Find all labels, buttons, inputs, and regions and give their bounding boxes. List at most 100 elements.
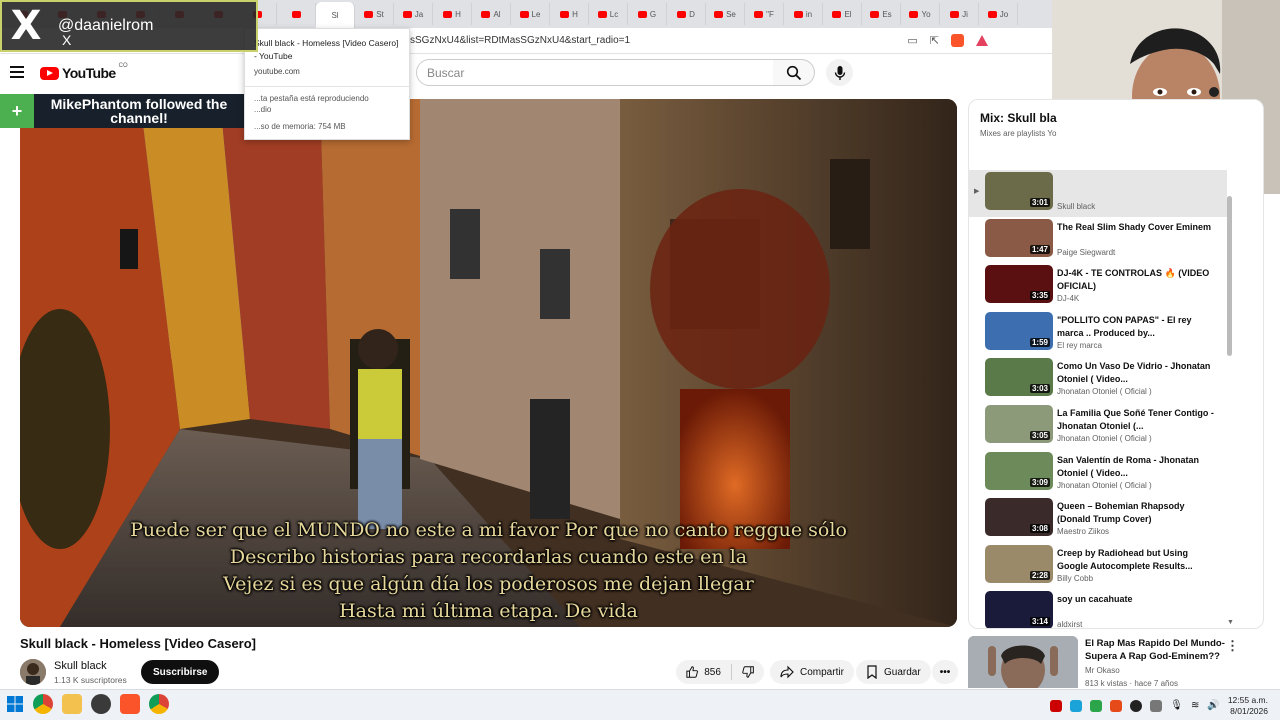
browser-tab[interactable]: in (784, 3, 823, 25)
tray-app-icon-4[interactable] (1110, 699, 1123, 712)
playlist-item[interactable]: 1:47 The Real Slim Shady Cover Eminem Paig… (969, 217, 1227, 264)
tray-app-icon[interactable] (1050, 699, 1063, 712)
recommended-thumbnail[interactable] (968, 636, 1078, 688)
browser-tab[interactable]: Ji (940, 3, 979, 25)
more-actions-button[interactable]: ••• (932, 660, 958, 684)
url-text[interactable]: sSGzNxU4&list=RDtMasSGzNxU4&start_radio=… (410, 35, 630, 46)
video-player[interactable]: Puede ser que el MUNDO no este a mi favo… (20, 99, 957, 627)
tray-app-icon-3[interactable] (1090, 699, 1103, 712)
browser-tab[interactable]: St (355, 3, 394, 25)
playlist-item[interactable]: 3:14 soy un cacahuate aldxirst (969, 589, 1227, 629)
playlist-item-title[interactable]: San Valentín de Roma - Jhonatan Otoniel … (1057, 454, 1217, 480)
playlist-item[interactable]: 3:05 La Familia Que Soñé Tener Contigo - … (969, 403, 1227, 450)
channel-avatar[interactable] (20, 659, 46, 685)
recommended-video[interactable]: El Rap Mas Rapido Del Mundo-Supera A Rap… (968, 636, 1264, 688)
brave-shields-icon[interactable] (951, 34, 964, 47)
obs-icon[interactable] (91, 694, 111, 714)
playlist-thumbnail[interactable]: 1:47 (985, 218, 1053, 257)
browser-tab[interactable]: H (433, 3, 472, 25)
duration-badge: 3:05 (1029, 430, 1050, 440)
browser-tab[interactable]: Jo (979, 3, 1018, 25)
browser-tab[interactable]: H (550, 3, 589, 25)
playlist-item-title[interactable]: The Real Slim Shady Cover Eminem (1057, 221, 1217, 234)
playlist-item-title[interactable]: La Familia Que Soñé Tener Contigo - Jhon… (1057, 407, 1217, 433)
save-button[interactable]: Guardar (856, 660, 931, 684)
tray-app-icon-5[interactable] (1130, 699, 1143, 712)
playlist-thumbnail[interactable]: 3:35 (985, 265, 1053, 304)
share-icon[interactable]: ⇱ (930, 34, 939, 47)
browser-tab[interactable]: El (823, 3, 862, 25)
playlist-item[interactable]: ▶ 3:01 Skull black (969, 170, 1227, 217)
share-button[interactable]: Compartir (770, 660, 854, 684)
clock[interactable]: 12:55 a.m. 8/01/2026 (1228, 695, 1268, 717)
channel-name[interactable]: Skull black (54, 660, 107, 672)
recommended-title[interactable]: El Rap Mas Rapido Del Mundo-Supera A Rap… (1085, 637, 1235, 663)
playlist-item-channel: aldxirst (1057, 620, 1083, 629)
dislike-icon[interactable] (742, 665, 754, 679)
brave-rewards-icon[interactable] (976, 35, 988, 46)
playlist-item[interactable]: 3:08 Queen – Bohemian Rhapsody (Donald Tr… (969, 496, 1227, 543)
like-icon[interactable] (686, 665, 698, 679)
tab-favicon-icon (443, 10, 453, 18)
like-count[interactable]: 856 (704, 667, 721, 678)
playlist-item[interactable]: 1:59 "POLLITO CON PAPAS" - El rey marca .… (969, 310, 1227, 357)
playlist-item-title[interactable]: Como Un Vaso De Vidrio - Jhonatan Otonie… (1057, 360, 1217, 386)
playlist-scrollbar[interactable]: ▼ (1227, 196, 1234, 626)
browser-tab[interactable]: "F (745, 3, 784, 25)
scroll-down-icon[interactable]: ▼ (1227, 619, 1234, 626)
cast-icon[interactable]: ▭ (907, 34, 917, 47)
playlist-item[interactable]: 3:35 DJ-4K - TE CONTROLAS 🔥 (VIDEO OFICIA… (969, 263, 1227, 310)
chrome-profile-icon[interactable] (149, 694, 169, 714)
playlist-item-title[interactable]: Creep by Radiohead but Using Google Auto… (1057, 547, 1217, 573)
playlist-item-title[interactable]: soy un cacahuate (1057, 593, 1217, 606)
playlist-thumbnail[interactable]: 3:08 (985, 498, 1053, 537)
tray-app-icon-2[interactable] (1070, 699, 1083, 712)
playlist-item[interactable]: 3:09 San Valentín de Roma - Jhonatan Oton… (969, 450, 1227, 497)
playlist-item-title[interactable]: "POLLITO CON PAPAS" - El rey marca .. Pr… (1057, 314, 1217, 340)
subscribe-button[interactable]: Suscribirse (141, 660, 220, 684)
playlist-thumbnail[interactable]: 1:59 (985, 311, 1053, 350)
browser-tab[interactable]: Le (511, 3, 550, 25)
subscriber-count: 1.13 K suscriptores (54, 675, 127, 685)
playlist-scroll-thumb[interactable] (1227, 196, 1232, 356)
browser-tab[interactable]: G (628, 3, 667, 25)
volume-icon[interactable]: 🔊 (1207, 700, 1219, 711)
search-input[interactable]: Buscar (416, 59, 774, 86)
browser-tab[interactable]: Yo (901, 3, 940, 25)
tab-label: Es (882, 9, 892, 19)
hamburger-menu-icon[interactable] (10, 66, 24, 78)
playlist-thumbnail[interactable]: 3:03 (985, 358, 1053, 397)
recommended-channel[interactable]: Mr Okaso (1085, 666, 1120, 675)
microphone-tray-icon[interactable]: 🎙 (1170, 700, 1183, 711)
mix-title[interactable]: Mix: Skull bla (980, 111, 1057, 125)
browser-tab[interactable]: Al (472, 3, 511, 25)
browser-tab[interactable]: Lc (589, 3, 628, 25)
brave-browser-icon[interactable] (120, 694, 140, 714)
browser-tab-active[interactable]: Sl (316, 2, 355, 28)
tab-hover-title: Skull black - Homeless [Video Casero] - … (254, 38, 399, 61)
playlist-thumbnail[interactable]: 3:01 (985, 172, 1053, 210)
youtube-logo[interactable]: YouTube CO (40, 63, 128, 81)
playlist-item[interactable]: 3:03 Como Un Vaso De Vidrio - Jhonatan Ot… (969, 356, 1227, 403)
playlist-item-title[interactable]: DJ-4K - TE CONTROLAS 🔥 (VIDEO OFICIAL) (1057, 267, 1217, 293)
playlist-thumbnail[interactable]: 2:28 (985, 544, 1053, 583)
mix-playlist-panel: Mix: Skull bla Mixes are playlists Yo ▶ 3… (968, 99, 1264, 629)
browser-tab[interactable] (277, 3, 316, 25)
chrome-icon[interactable] (33, 694, 53, 714)
browser-tab[interactable]: Se (706, 3, 745, 25)
search-button[interactable] (773, 59, 815, 86)
file-explorer-icon[interactable] (62, 694, 82, 714)
browser-tab[interactable]: Es (862, 3, 901, 25)
windows-start-icon[interactable] (6, 695, 24, 713)
tray-app-icon-6[interactable] (1150, 699, 1163, 712)
browser-tab[interactable]: Ja (394, 3, 433, 25)
playlist-item[interactable]: 2:28 Creep by Radiohead but Using Google … (969, 543, 1227, 590)
more-vert-icon[interactable]: ⋮ (1226, 638, 1239, 654)
browser-tab[interactable]: D (667, 3, 706, 25)
playlist-item-title[interactable]: Queen – Bohemian Rhapsody (Donald Trump … (1057, 500, 1217, 526)
playlist-thumbnail[interactable]: 3:09 (985, 451, 1053, 490)
playlist-thumbnail[interactable]: 3:05 (985, 404, 1053, 443)
wifi-icon[interactable]: ≋ (1191, 700, 1199, 711)
playlist-thumbnail[interactable]: 3:14 (985, 591, 1053, 628)
voice-search-button[interactable] (826, 59, 853, 86)
